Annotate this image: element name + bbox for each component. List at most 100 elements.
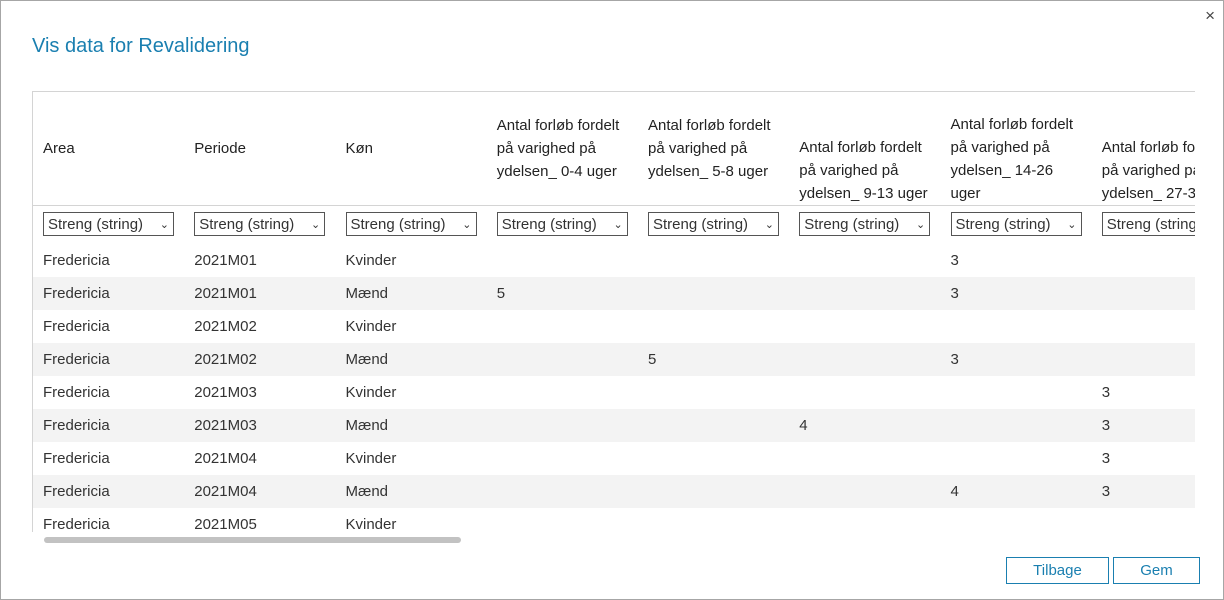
table-cell <box>789 277 941 310</box>
table-cell: 2021M01 <box>194 252 257 269</box>
type-select[interactable]: Streng (string)⌄ <box>950 212 1082 236</box>
table-cell <box>789 508 940 532</box>
column-header[interactable]: Antal forløb fordelt på varighed på ydel… <box>486 92 638 206</box>
type-select[interactable]: Streng (string) ⌄ <box>648 212 779 236</box>
table-row[interactable]: Fredericia 2021M05 Kvinder <box>33 508 1195 532</box>
type-select[interactable]: Streng (string) ⌄ <box>799 212 931 236</box>
type-select-value: Streng (string) <box>350 215 446 233</box>
filter-cell: Streng (string) ⌄ <box>184 206 335 245</box>
filter-cell: Streng (string)⌄ <box>1092 206 1195 245</box>
table-cell <box>941 442 1092 475</box>
data-table: Area Periode Køn Antal forløb fordelt på va… <box>33 92 1195 532</box>
table-cell <box>638 508 789 532</box>
type-select[interactable]: Streng (string)⌄ <box>1101 212 1195 236</box>
chevron-down-icon: ⌄ <box>764 218 774 231</box>
table-cell: Fredericia <box>33 475 185 508</box>
table-cell: Kvinder <box>345 450 397 467</box>
table-cell: 2021M03 <box>194 384 257 401</box>
horizontal-scrollbar[interactable] <box>44 537 461 543</box>
table-cell: 3 <box>1091 475 1195 508</box>
column-header[interactable]: Periode <box>184 92 336 206</box>
filter-cell: Streng (string) ⌄ <box>638 206 789 245</box>
table-cell <box>638 409 790 442</box>
table-cell: Mænd <box>335 277 487 310</box>
table-cell: 2021M01 <box>184 277 336 310</box>
dialog-title: Vis data for Revalidering <box>32 35 250 57</box>
table-cell: Fredericia <box>33 343 185 376</box>
table-cell <box>940 409 1092 442</box>
table-cell: 5 <box>486 277 638 310</box>
table-cell <box>789 442 940 475</box>
table-cell <box>638 310 789 343</box>
chevron-down-icon: ⌄ <box>613 218 623 231</box>
type-select-value: Streng (string) <box>653 215 749 233</box>
column-header[interactable]: Antal forløb fordelt på varighed på ydel… <box>1091 92 1195 206</box>
column-header[interactable]: Area <box>33 92 185 206</box>
table-cell: Fredericia <box>43 252 110 269</box>
table-cell <box>1091 277 1195 310</box>
table-cell <box>789 475 941 508</box>
filter-cell: Streng (string) ⌄ <box>789 206 940 245</box>
table-cell <box>941 310 1092 343</box>
table-cell: Fredericia <box>43 516 110 532</box>
table-cell: 3 <box>940 277 1092 310</box>
back-button[interactable]: Tilbage <box>1006 557 1109 584</box>
table-cell: 2021M04 <box>194 450 257 467</box>
header-row: Area Periode Køn Antal forløb fordelt på va… <box>33 92 1195 206</box>
table-cell <box>1092 310 1195 343</box>
table-cell: Kvinder <box>345 318 397 335</box>
column-header[interactable]: Antal forløb fordelt på varighed på ydel… <box>789 92 941 206</box>
table-cell <box>487 376 638 409</box>
table-cell: 2021M03 <box>184 409 336 442</box>
chevron-down-icon: ⌄ <box>462 218 472 231</box>
filter-cell: Streng (string)⌄ <box>33 206 184 245</box>
table-row[interactable]: Fredericia 2021M04 Kvinder 3 <box>33 442 1195 475</box>
table-cell: 3 <box>1101 384 1111 401</box>
table-cell <box>941 508 1092 532</box>
table-cell: 3 <box>1101 450 1111 467</box>
table-cell <box>789 343 941 376</box>
table-row[interactable]: Fredericia 2021M04 Mænd 4 3 <box>33 475 1195 508</box>
table-cell: 3 <box>1091 409 1195 442</box>
chevron-down-icon: ⌄ <box>1067 218 1077 231</box>
table-cell: Fredericia <box>43 384 110 401</box>
chevron-down-icon: ⌄ <box>916 218 926 231</box>
table-cell <box>1092 244 1195 277</box>
chevron-down-icon: ⌄ <box>311 218 321 231</box>
type-select-value: Streng (string) <box>48 215 144 233</box>
table-cell <box>1092 508 1195 532</box>
column-header[interactable]: Antal forløb fordelt på varighed på ydel… <box>940 92 1092 206</box>
type-select-value: Streng (string) <box>804 215 900 233</box>
table-row[interactable]: Fredericia 2021M03 Mænd 4 3 <box>33 409 1195 442</box>
table-cell: 2021M02 <box>184 343 336 376</box>
table-row[interactable]: Fredericia 2021M03 Kvinder 3 <box>33 376 1195 409</box>
save-button[interactable]: Gem <box>1113 557 1200 584</box>
type-select[interactable]: Streng (string)⌄ <box>43 212 174 236</box>
type-select[interactable]: Streng (string) ⌄ <box>194 212 326 236</box>
type-select-value: Streng (string) <box>199 215 295 233</box>
table-cell <box>638 376 789 409</box>
table-cell: Mænd <box>335 409 487 442</box>
filter-cell: Streng (string)⌄ <box>941 206 1092 245</box>
column-header[interactable]: Antal forløb fordelt på varighed på ydel… <box>638 92 790 206</box>
table-row[interactable]: Fredericia 2021M02 Kvinder <box>33 310 1195 343</box>
table-cell <box>487 244 638 277</box>
close-icon[interactable]: × <box>1205 6 1215 26</box>
type-select[interactable]: Streng (string) ⌄ <box>345 212 477 236</box>
table-row[interactable]: Fredericia 2021M02 Mænd 5 3 <box>33 343 1195 376</box>
table-cell: Kvinder <box>345 516 397 532</box>
filter-row: Streng (string) ⌄ Streng (string) ⌄ Streng (… <box>33 206 1195 245</box>
table-row[interactable]: Fredericia 2021M01 Kvinder 3 <box>33 244 1195 277</box>
table-cell: 2021M02 <box>194 318 257 335</box>
table-cell: Mænd <box>335 475 487 508</box>
column-header[interactable]: Køn <box>335 92 487 206</box>
table-body: Fredericia 2021M01 Kvinder 3 Fredericia 2021M… <box>33 244 1195 532</box>
table-cell <box>941 376 1092 409</box>
table-cell <box>638 442 789 475</box>
table-row[interactable]: Fredericia 2021M01 Mænd 5 3 <box>33 277 1195 310</box>
table-cell <box>486 409 638 442</box>
table-cell <box>1091 343 1195 376</box>
table-cell <box>487 508 638 532</box>
type-select[interactable]: Streng (string)⌄ <box>496 212 628 236</box>
table-cell: Fredericia <box>43 450 110 467</box>
